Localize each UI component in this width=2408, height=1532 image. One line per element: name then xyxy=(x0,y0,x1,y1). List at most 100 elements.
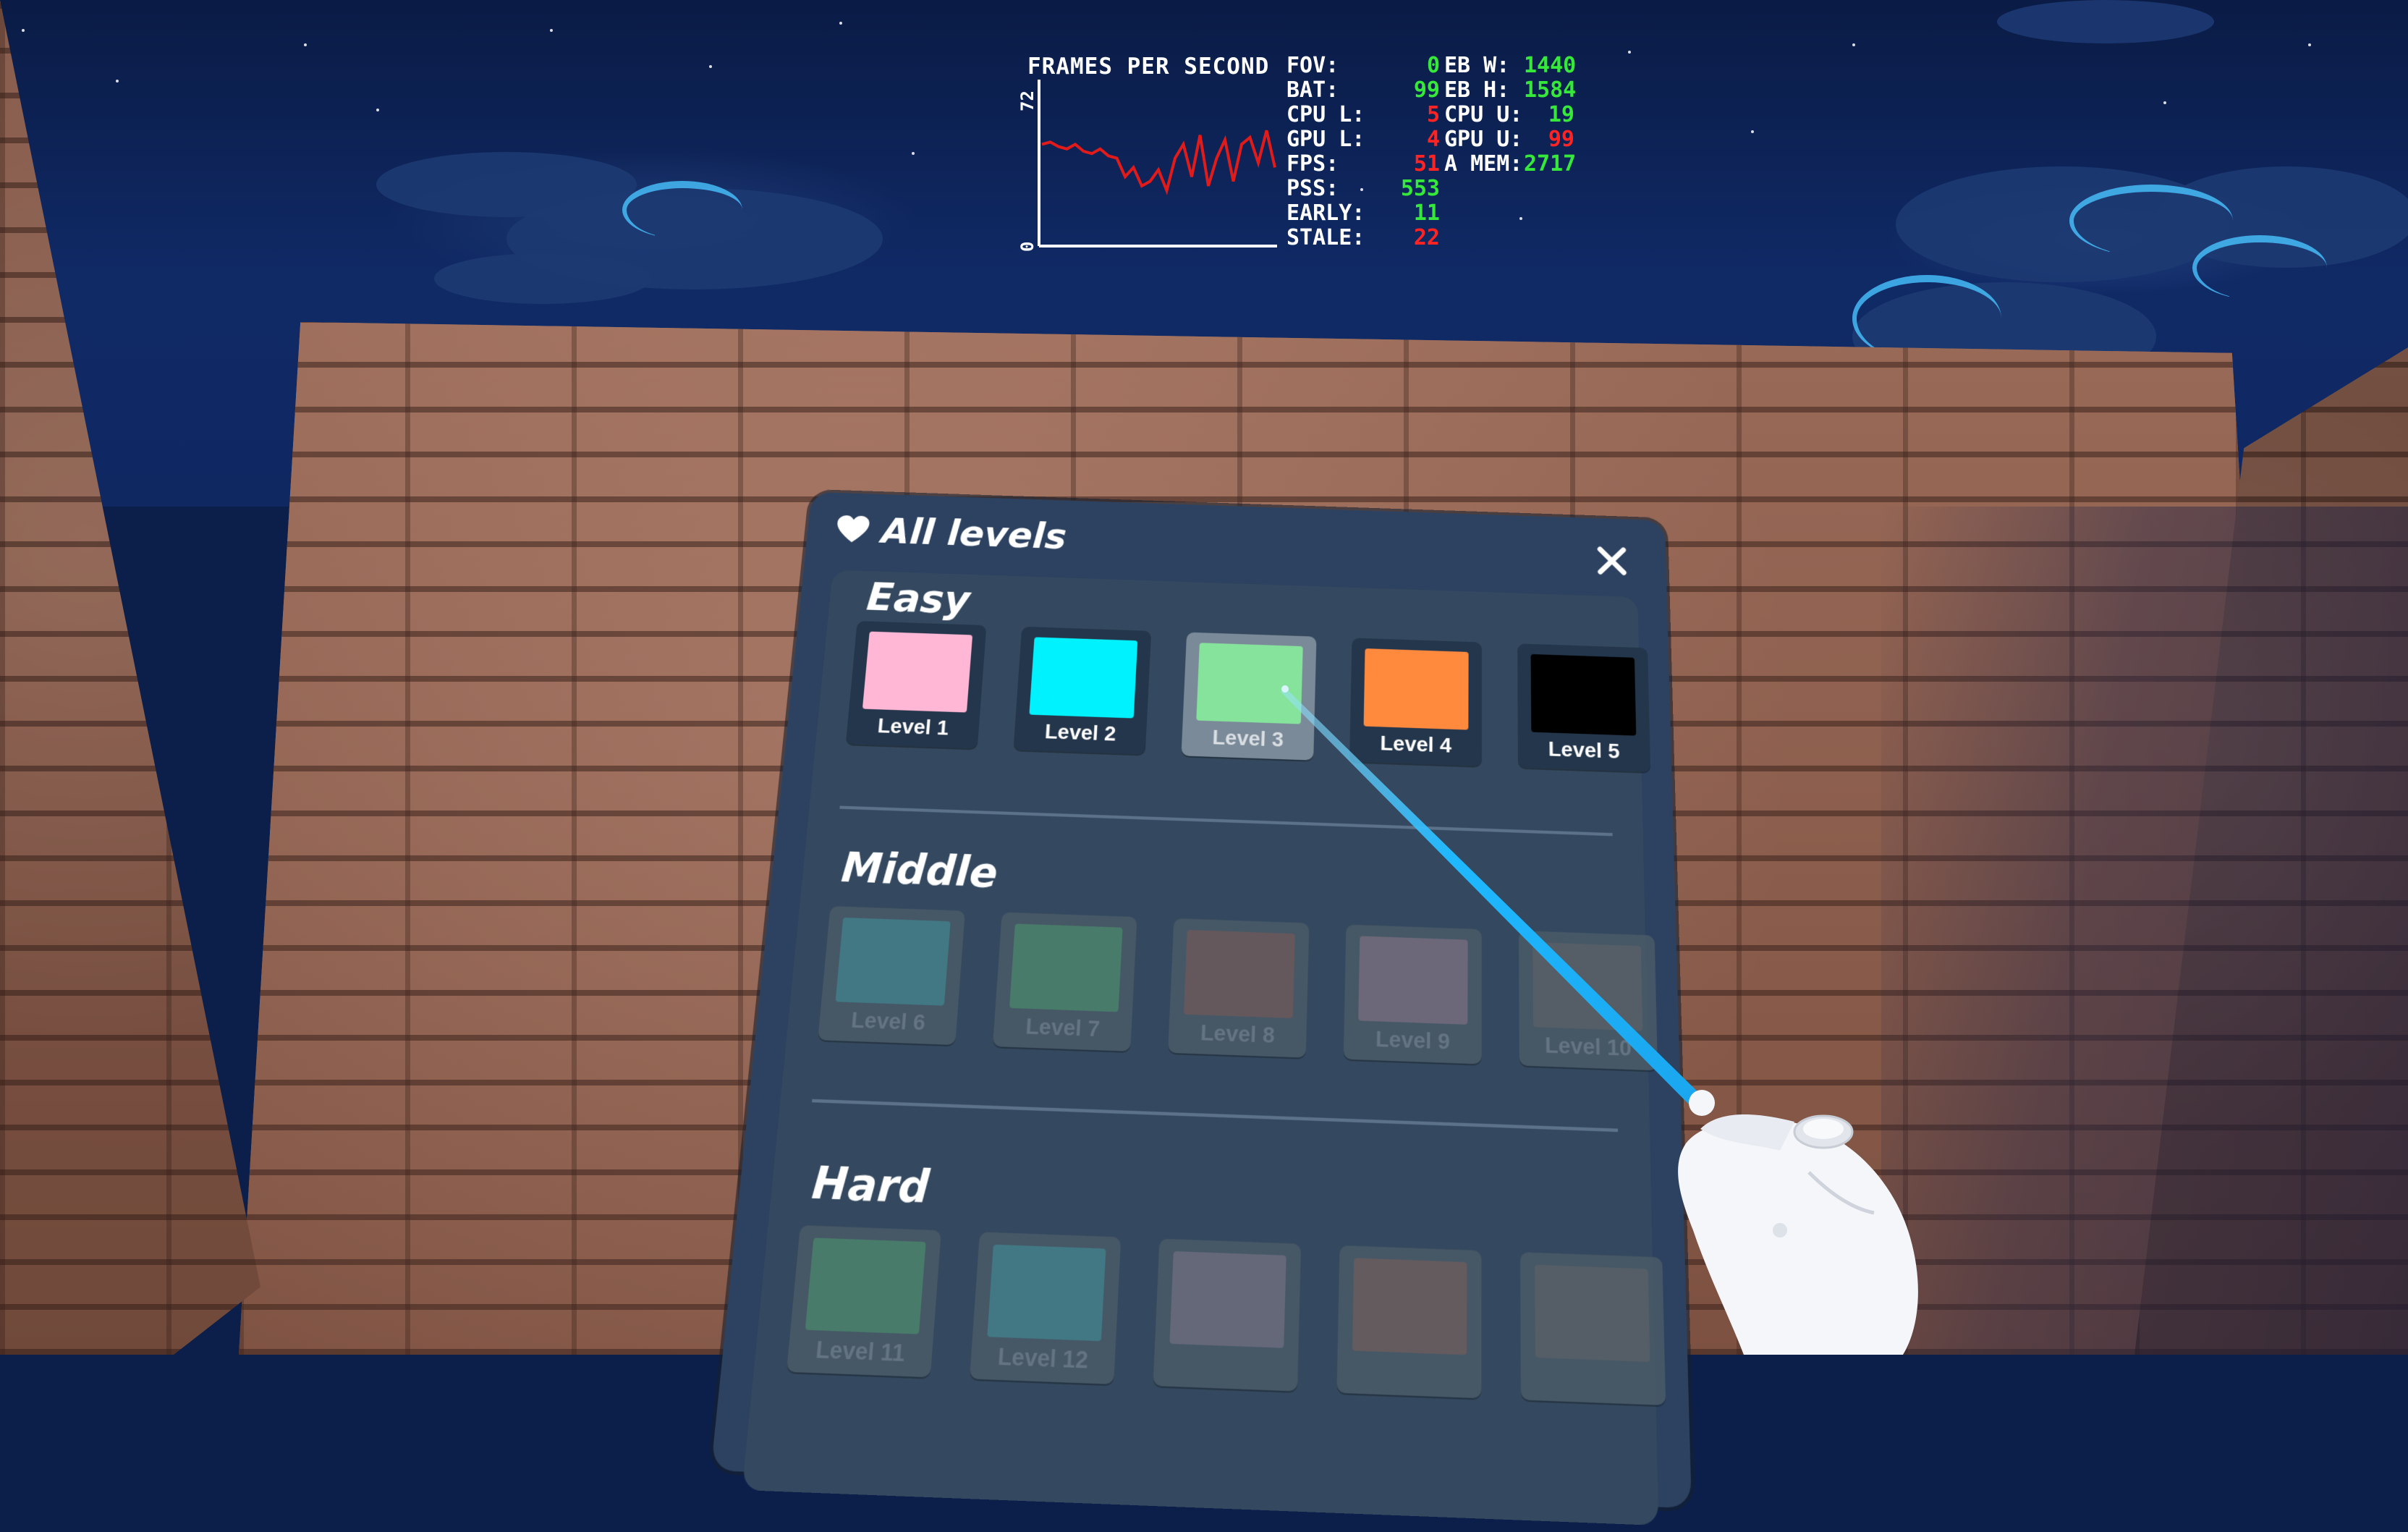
level-label: Level 9 xyxy=(1344,1025,1482,1056)
star xyxy=(1628,51,1631,54)
level-label xyxy=(1338,1355,1482,1361)
hud-stat-value: 553 xyxy=(1388,177,1440,201)
level-tile[interactable]: Level 10 xyxy=(1519,931,1658,1070)
level-label: Level 2 xyxy=(1014,719,1147,747)
section-divider xyxy=(812,1099,1618,1132)
level-tile[interactable]: Level 12 xyxy=(970,1232,1121,1384)
panel-header: All levels xyxy=(835,508,1068,558)
level-tile[interactable]: Level 6 xyxy=(818,906,965,1045)
level-label: Level 5 xyxy=(1518,736,1650,764)
star xyxy=(1852,43,1855,46)
hud-stat-row: FPS: 51 A MEM: 2717 xyxy=(1286,152,1574,177)
panel-title: All levels xyxy=(880,510,1068,557)
star xyxy=(550,29,553,32)
star xyxy=(2308,43,2311,46)
hud-stat-value: 22 xyxy=(1388,226,1440,250)
hud-stat-key: STALE: xyxy=(1286,226,1388,250)
hud-stat-key: EB W: xyxy=(1444,54,1524,78)
hud-stat-key: CPU L: xyxy=(1286,103,1388,127)
performance-hud: 72 0 FRAMES PER SECOND FOV: 0 EB W: 1440 BAT… xyxy=(1013,51,1577,261)
level-grid: Level 6 Level 7 Level 8 Level 9 Level 10 xyxy=(818,906,1658,1070)
level-color-swatch xyxy=(805,1237,926,1334)
hud-stat-row: STALE: 22 xyxy=(1286,226,1574,250)
level-label xyxy=(1155,1348,1299,1354)
section-title: Middle xyxy=(839,843,999,897)
fps-graph-title: FRAMES PER SECOND xyxy=(1027,54,1269,80)
level-color-swatch xyxy=(987,1245,1106,1342)
level-color-swatch xyxy=(836,918,951,1006)
hud-stat-key: FPS: xyxy=(1286,152,1388,177)
section-divider xyxy=(839,806,1612,837)
close-icon[interactable] xyxy=(1590,539,1635,583)
cloud xyxy=(622,181,742,239)
controller-tip xyxy=(1689,1090,1715,1116)
level-tile[interactable]: Level 2 xyxy=(1013,627,1151,755)
level-tile[interactable]: Level 3 xyxy=(1182,632,1317,761)
hud-stat-value: 99 xyxy=(1388,78,1440,103)
level-color-swatch xyxy=(1009,923,1123,1012)
hud-stat-row: BAT: 99 EB H: 1584 xyxy=(1286,78,1574,103)
star xyxy=(376,109,379,111)
level-color-swatch xyxy=(1358,936,1467,1024)
hud-stat-value: 4 xyxy=(1388,127,1440,152)
hud-stat-key: CPU U: xyxy=(1444,103,1524,127)
level-label xyxy=(1521,1363,1665,1368)
level-color-swatch xyxy=(1029,637,1137,718)
level-tile[interactable]: Level 9 xyxy=(1344,924,1482,1064)
hud-stat-value xyxy=(1524,201,1574,226)
level-section-easy: Easy Level 1 Level 2 Level 3 Level 4 Level 5 xyxy=(808,570,1643,850)
hud-stat-value: 2717 xyxy=(1524,152,1574,177)
hud-stat-value: 51 xyxy=(1388,152,1440,177)
level-color-swatch xyxy=(862,632,972,713)
hud-stat-row: EARLY: 11 xyxy=(1286,201,1574,226)
star xyxy=(22,29,25,32)
level-tile[interactable]: Level 5 xyxy=(1517,643,1650,772)
hud-stat-value: 1584 xyxy=(1524,78,1574,103)
wall-shadow xyxy=(1881,507,2408,1355)
star xyxy=(1751,130,1754,133)
hud-stat-value: 5 xyxy=(1388,103,1440,127)
hud-stat-key xyxy=(1444,201,1524,226)
hud-stat-value: 19 xyxy=(1524,103,1574,127)
level-color-swatch xyxy=(1184,930,1295,1018)
level-color-swatch xyxy=(1352,1258,1467,1355)
fps-graph-max-label: 72 xyxy=(1017,90,1038,111)
level-grid: Level 1 Level 2 Level 3 Level 4 Level 5 xyxy=(846,621,1650,772)
level-tile[interactable] xyxy=(1153,1239,1301,1392)
fps-graph-min-label: 0 xyxy=(1017,242,1038,252)
level-label: Level 7 xyxy=(993,1012,1132,1044)
hud-stat-value: 99 xyxy=(1524,127,1574,152)
level-tile[interactable]: Level 1 xyxy=(846,621,987,748)
hud-stat-key: BAT: xyxy=(1286,78,1388,103)
hud-stat-row: GPU L: 4 GPU U: 99 xyxy=(1286,127,1574,152)
fps-graph-line xyxy=(1042,130,1275,190)
hud-stat-key: GPU L: xyxy=(1286,127,1388,152)
level-tile[interactable]: Level 8 xyxy=(1168,918,1309,1058)
hud-stat-key xyxy=(1444,177,1524,201)
cloud xyxy=(2192,235,2327,300)
level-tile[interactable]: Level 4 xyxy=(1349,638,1482,766)
fps-graph: 72 0 xyxy=(1013,51,1288,261)
star xyxy=(116,80,119,82)
level-sections: Easy Level 1 Level 2 Level 3 Level 4 Level 5 M… xyxy=(742,570,1659,1526)
hud-stat-key: EB H: xyxy=(1444,78,1524,103)
hud-stat-row: CPU L: 5 CPU U: 19 xyxy=(1286,103,1574,127)
level-label: Level 10 xyxy=(1519,1031,1658,1062)
level-label: Level 6 xyxy=(818,1006,957,1037)
level-grid: Level 11 Level 12 xyxy=(787,1225,1666,1405)
hud-stat-row: PSS: 553 xyxy=(1286,177,1574,201)
level-tile[interactable] xyxy=(1336,1245,1481,1398)
level-label: Level 8 xyxy=(1169,1019,1307,1050)
star xyxy=(2163,101,2166,104)
level-color-swatch xyxy=(1364,648,1469,730)
level-color-swatch xyxy=(1169,1251,1286,1348)
hud-stat-key: GPU U: xyxy=(1444,127,1524,152)
hud-stat-value: 0 xyxy=(1388,54,1440,78)
level-color-swatch xyxy=(1196,643,1302,724)
level-tile[interactable]: Level 7 xyxy=(993,913,1137,1051)
level-label: Level 4 xyxy=(1349,730,1482,758)
heart-icon xyxy=(836,515,870,544)
hud-stat-value: 1440 xyxy=(1524,54,1574,78)
hud-stat-key xyxy=(1444,226,1524,250)
hud-stat-key: FOV: xyxy=(1286,54,1388,78)
